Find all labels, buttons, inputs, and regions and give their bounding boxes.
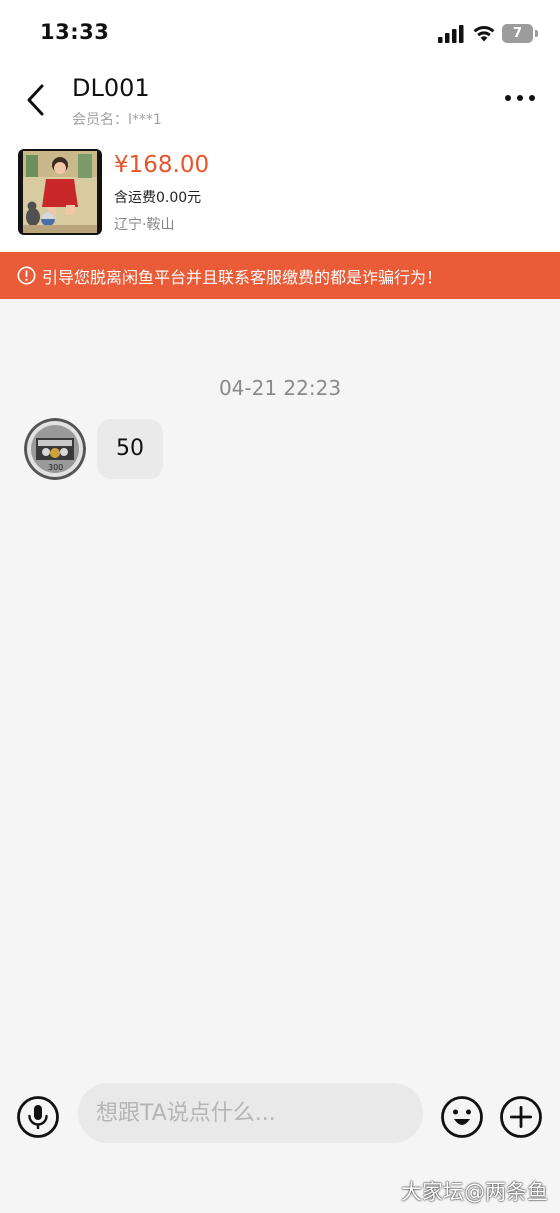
member-name: 会员名：l***1 xyxy=(72,112,162,128)
microphone-icon[interactable] xyxy=(16,1095,60,1139)
plus-icon[interactable] xyxy=(499,1095,543,1139)
product-price: ¥168.00 xyxy=(114,152,210,178)
emoji-icon[interactable] xyxy=(440,1095,484,1139)
product-card[interactable]: ¥168.00 含运费0.00元 辽宁·鞍山 xyxy=(0,146,560,242)
battery-level: 7 xyxy=(502,24,533,43)
warning-icon xyxy=(17,266,36,285)
coin-avatar-icon: 300 xyxy=(24,418,86,480)
poster-image-icon xyxy=(18,149,102,235)
header-area: 13:33 7 DL001 会员名：l***1 ¥168.00 含运费0.00元… xyxy=(0,0,560,252)
fraud-warning-banner: 引导您脱离闲鱼平台并且联系客服缴费的都是诈骗行为！ xyxy=(0,252,560,299)
wifi-icon xyxy=(473,26,495,42)
battery-indicator: 7 xyxy=(502,24,538,43)
chat-input-bar xyxy=(0,1076,560,1156)
svg-text:300: 300 xyxy=(48,463,63,472)
product-location: 辽宁·鞍山 xyxy=(114,217,175,233)
avatar[interactable]: 300 xyxy=(24,418,86,480)
watermark: 大家坛@两条鱼 xyxy=(401,1180,548,1204)
page-title: DL001 xyxy=(72,74,150,102)
back-arrow-icon[interactable] xyxy=(24,82,50,118)
product-thumbnail[interactable] xyxy=(18,149,102,235)
signal-icon xyxy=(438,25,464,43)
message-timestamp: 04-21 22:23 xyxy=(218,376,342,400)
more-icon[interactable] xyxy=(502,90,538,106)
nav-bar: DL001 会员名：l***1 xyxy=(0,66,560,140)
warning-text: 引导您脱离闲鱼平台并且联系客服缴费的都是诈骗行为！ xyxy=(42,268,443,287)
message-bubble[interactable]: 50 xyxy=(97,419,163,479)
status-bar: 13:33 7 xyxy=(0,0,560,66)
shipping-fee: 含运费0.00元 xyxy=(114,190,202,206)
status-time: 13:33 xyxy=(40,20,110,44)
battery-cap xyxy=(535,30,538,37)
message-input[interactable] xyxy=(78,1083,423,1143)
